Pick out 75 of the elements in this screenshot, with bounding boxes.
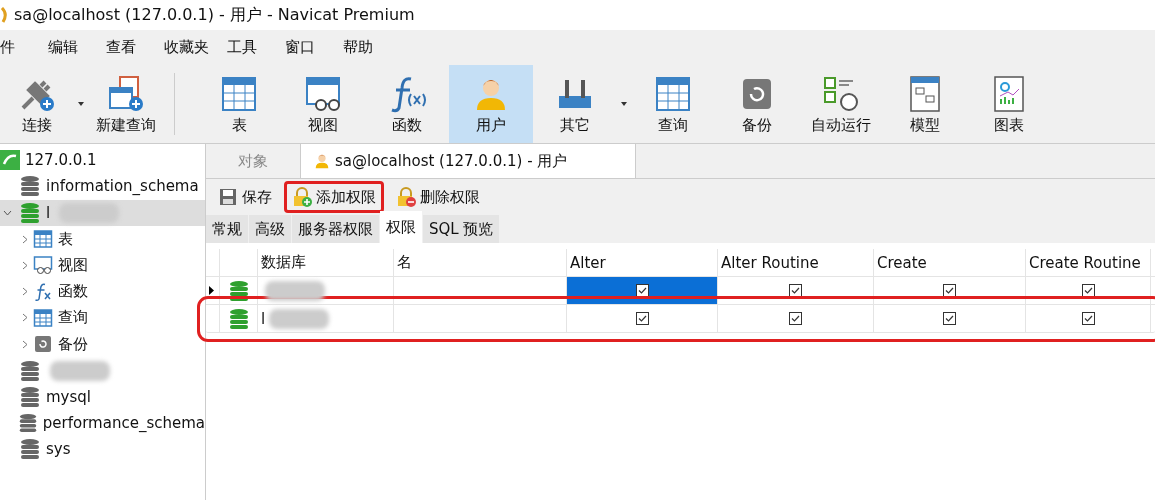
menu-item[interactable]: 工具 xyxy=(227,38,285,57)
column-header[interactable]: Alter xyxy=(567,249,718,276)
checkbox[interactable] xyxy=(635,284,649,297)
tab[interactable]: 权限 xyxy=(380,211,422,243)
tab[interactable]: sa@localhost (127.0.0.1) - 用户 xyxy=(301,144,636,178)
chevron-icon[interactable] xyxy=(2,209,12,216)
function-icon xyxy=(33,281,53,302)
table-cell[interactable] xyxy=(567,277,718,304)
query-icon xyxy=(33,307,53,328)
checkbox[interactable] xyxy=(635,312,649,325)
toolbar-button[interactable]: 查询 xyxy=(631,65,715,143)
window-title: sa@localhost (127.0.0.1) - 用户 - Navicat Premium xyxy=(14,4,415,26)
column-header[interactable]: 数据库 xyxy=(258,249,394,276)
chevron-icon[interactable] xyxy=(22,260,28,270)
toolbar-button[interactable]: 删除权限 xyxy=(388,181,488,213)
view-icon xyxy=(33,255,53,276)
lock-remove-icon xyxy=(396,187,416,207)
toolbar-button[interactable]: 连接 xyxy=(0,65,74,143)
backup-icon xyxy=(33,334,53,355)
checkbox[interactable] xyxy=(943,284,956,297)
toolbar-button[interactable]: 自动运行 xyxy=(799,65,883,143)
tree-item[interactable]: 函数 xyxy=(0,278,205,305)
column-header[interactable]: 名 xyxy=(394,249,567,276)
tree-item[interactable]: performance_schema xyxy=(0,409,205,437)
toolbar-button[interactable]: 用户 xyxy=(449,65,533,143)
toolbar-button[interactable]: 视图 xyxy=(281,65,365,143)
toolbar-button[interactable]: 表 xyxy=(197,65,281,143)
toolbar-button[interactable]: 保存 xyxy=(210,181,280,213)
app-logo-icon xyxy=(0,7,8,23)
tab[interactable]: 高级 xyxy=(249,215,291,243)
column-header[interactable]: Create Routine xyxy=(1026,249,1151,276)
tree-item[interactable]: 查询 xyxy=(0,304,205,332)
caret-icon[interactable] xyxy=(78,102,84,106)
checkbox[interactable] xyxy=(1081,284,1095,297)
checkbox[interactable] xyxy=(789,284,802,297)
toolbar-button[interactable]: 备份 xyxy=(715,65,799,143)
checkbox[interactable] xyxy=(789,312,802,325)
tree-item[interactable]: information_schema xyxy=(0,173,205,200)
tree-item[interactable]: l xyxy=(0,199,205,226)
table-cell: l xyxy=(261,309,266,328)
toolbar-button[interactable]: 新建查询 xyxy=(88,65,164,143)
menu-item[interactable]: 窗口 xyxy=(285,38,343,57)
database-icon xyxy=(227,279,250,302)
tree-item[interactable]: 视图 xyxy=(0,252,205,279)
menu-item[interactable]: 帮助 xyxy=(343,38,401,57)
tab[interactable]: SQL 预览 xyxy=(423,215,500,243)
toolbar-button[interactable]: 其它 xyxy=(533,65,617,143)
tree-item[interactable]: 备份 xyxy=(0,331,205,358)
table-icon xyxy=(33,229,53,250)
chevron-icon[interactable] xyxy=(22,313,28,323)
menu-item[interactable]: 收藏夹 xyxy=(164,38,227,57)
caret-icon[interactable] xyxy=(621,102,627,106)
tree-item[interactable]: 127.0.0.1 xyxy=(0,147,205,174)
new-query-icon xyxy=(106,73,146,114)
column-header[interactable]: Create xyxy=(874,249,1026,276)
tree-item[interactable]: 表 xyxy=(0,225,205,253)
checkbox[interactable] xyxy=(1081,312,1095,325)
toolbar-button[interactable]: 图表 xyxy=(967,65,1051,143)
lock-add-icon xyxy=(292,187,312,207)
toolbar-button[interactable]: 函数 xyxy=(365,65,449,143)
chevron-icon[interactable] xyxy=(22,234,28,244)
tab[interactable]: 常规 xyxy=(206,215,248,243)
tree-item[interactable]: sys xyxy=(0,436,205,463)
save-icon xyxy=(218,187,238,207)
database-icon xyxy=(227,307,250,330)
menu-item[interactable]: 件 xyxy=(0,38,48,57)
menu-item[interactable]: 查看 xyxy=(106,38,164,57)
chevron-icon[interactable] xyxy=(22,339,28,349)
column-header[interactable]: Alter Routine xyxy=(718,249,874,276)
tree-item[interactable]: mysql xyxy=(0,383,205,410)
chevron-icon[interactable] xyxy=(22,287,28,297)
tab[interactable]: 服务器权限 xyxy=(292,215,379,243)
toolbar-button[interactable]: 模型 xyxy=(883,65,967,143)
menu-item[interactable]: 编辑 xyxy=(48,38,106,57)
checkbox[interactable] xyxy=(943,312,956,325)
